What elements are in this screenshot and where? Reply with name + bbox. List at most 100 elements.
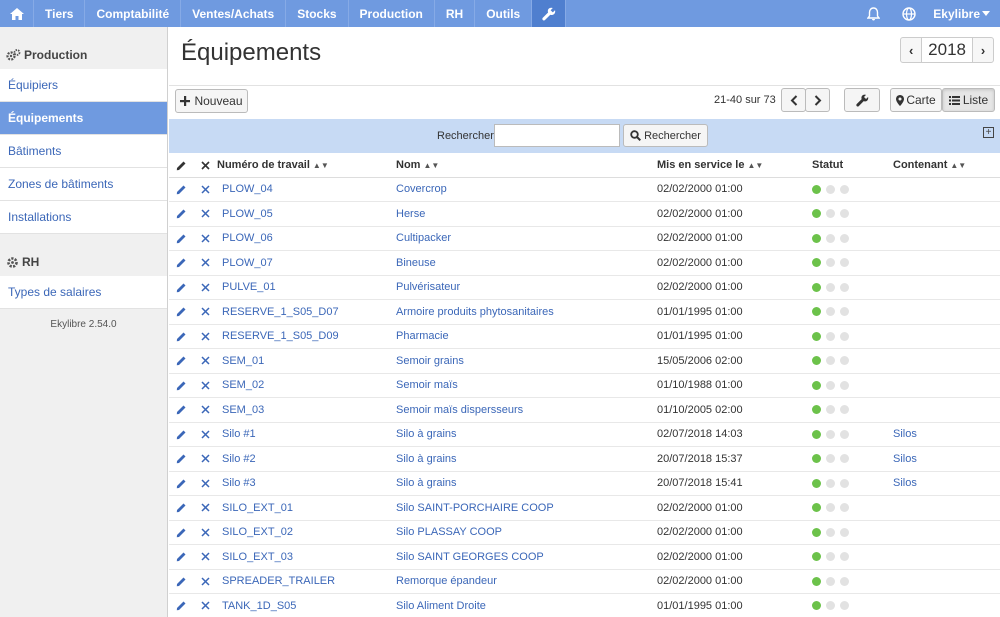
equipment-name-link[interactable]: Silo à grains [396, 446, 657, 472]
delete-button[interactable] [193, 446, 217, 472]
work-number-link[interactable]: PLOW_05 [217, 201, 396, 227]
nav-comptabilite[interactable]: Comptabilité [85, 0, 182, 27]
work-number-link[interactable]: TANK_1D_S05 [217, 593, 396, 617]
container-link[interactable] [893, 593, 1000, 617]
home-icon[interactable] [0, 0, 34, 27]
chevron-left-icon[interactable]: ‹ [901, 38, 921, 62]
container-link[interactable] [893, 226, 1000, 251]
work-number-link[interactable]: RESERVE_1_S05_D09 [217, 324, 396, 349]
work-number-link[interactable]: Silo #3 [217, 471, 396, 496]
container-link[interactable] [893, 397, 1000, 423]
edit-button[interactable] [169, 544, 193, 570]
equipment-name-link[interactable]: Bineuse [396, 250, 657, 276]
sidebar-item-installations[interactable]: Installations [0, 201, 167, 234]
equipment-name-link[interactable]: Cultipacker [396, 226, 657, 251]
sidebar-item-equipements[interactable]: Équipements [0, 102, 167, 135]
settings-button[interactable] [844, 88, 880, 112]
equipment-name-link[interactable]: Silo Aliment Droite [396, 593, 657, 617]
work-number-link[interactable]: SILO_EXT_03 [217, 544, 396, 570]
edit-button[interactable] [169, 348, 193, 374]
new-button[interactable]: Nouveau [175, 89, 248, 113]
equipment-name-link[interactable]: Semoir grains [396, 348, 657, 374]
equipment-name-link[interactable]: Silo PLASSAY COOP [396, 520, 657, 545]
equipment-name-link[interactable]: Herse [396, 201, 657, 227]
edit-button[interactable] [169, 471, 193, 496]
edit-button[interactable] [169, 250, 193, 276]
expand-icon[interactable]: + [983, 127, 994, 138]
sidebar-item-batiments[interactable]: Bâtiments [0, 135, 167, 168]
previous-page-button[interactable] [781, 88, 806, 112]
work-number-link[interactable]: Silo #1 [217, 422, 396, 447]
bell-icon[interactable] [855, 0, 891, 27]
delete-button[interactable] [193, 397, 217, 423]
chevron-right-icon[interactable]: › [973, 38, 993, 62]
sidebar-item-zones-de-batiments[interactable]: Zones de bâtiments [0, 168, 167, 201]
work-number-link[interactable]: SILO_EXT_02 [217, 520, 396, 545]
delete-button[interactable] [193, 177, 217, 202]
next-page-button[interactable] [805, 88, 830, 112]
edit-button[interactable] [169, 201, 193, 227]
edit-button[interactable] [169, 422, 193, 447]
equipment-name-link[interactable]: Pulvérisateur [396, 275, 657, 300]
container-link[interactable] [893, 544, 1000, 570]
equipment-name-link[interactable]: Silo à grains [396, 422, 657, 447]
container-link[interactable] [893, 348, 1000, 374]
work-number-link[interactable]: SPREADER_TRAILER [217, 569, 396, 594]
wrench-icon[interactable] [532, 0, 567, 27]
work-number-link[interactable]: SEM_03 [217, 397, 396, 423]
equipment-name-link[interactable]: Silo à grains [396, 471, 657, 496]
list-view-button[interactable]: Liste [942, 88, 995, 112]
container-link[interactable]: Silos [893, 422, 1000, 447]
equipment-name-link[interactable]: Semoir maïs dispersseurs [396, 397, 657, 423]
edit-button[interactable] [169, 495, 193, 521]
delete-button[interactable] [193, 324, 217, 349]
edit-button[interactable] [169, 177, 193, 202]
container-link[interactable] [893, 569, 1000, 594]
edit-button[interactable] [169, 569, 193, 594]
edit-button[interactable] [169, 324, 193, 349]
nav-tiers[interactable]: Tiers [34, 0, 86, 27]
column-header-numero[interactable]: Numéro de travail ▲▼ [217, 154, 396, 178]
edit-button[interactable] [169, 397, 193, 423]
container-link[interactable]: Silos [893, 471, 1000, 496]
delete-button[interactable] [193, 275, 217, 300]
work-number-link[interactable]: PULVE_01 [217, 275, 396, 300]
edit-button[interactable] [169, 226, 193, 251]
container-link[interactable] [893, 250, 1000, 276]
work-number-link[interactable]: SILO_EXT_01 [217, 495, 396, 521]
work-number-link[interactable]: PLOW_07 [217, 250, 396, 276]
edit-button[interactable] [169, 520, 193, 545]
sidebar-item-types-de-salaires[interactable]: Types de salaires [0, 276, 167, 309]
user-menu[interactable]: Ekylibre [927, 0, 1000, 27]
nav-production[interactable]: Production [349, 0, 435, 27]
equipment-name-link[interactable]: Remorque épandeur [396, 569, 657, 594]
globe-icon[interactable] [891, 0, 927, 27]
edit-button[interactable] [169, 373, 193, 398]
delete-button[interactable] [193, 569, 217, 594]
column-header-nom[interactable]: Nom ▲▼ [396, 154, 657, 178]
delete-button[interactable] [193, 226, 217, 251]
edit-button[interactable] [169, 593, 193, 617]
map-view-button[interactable]: Carte [890, 88, 942, 112]
delete-button[interactable] [193, 593, 217, 617]
container-link[interactable] [893, 373, 1000, 398]
container-link[interactable] [893, 201, 1000, 227]
container-link[interactable] [893, 495, 1000, 521]
container-link[interactable]: Silos [893, 446, 1000, 472]
edit-button[interactable] [169, 275, 193, 300]
delete-button[interactable] [193, 520, 217, 545]
sidebar-item-equipiers[interactable]: Équipiers [0, 69, 167, 102]
delete-button[interactable] [193, 495, 217, 521]
work-number-link[interactable]: RESERVE_1_S05_D07 [217, 299, 396, 325]
container-link[interactable] [893, 299, 1000, 325]
container-link[interactable] [893, 275, 1000, 300]
delete-button[interactable] [193, 201, 217, 227]
column-header-contenant[interactable]: Contenant ▲▼ [893, 154, 1000, 178]
container-link[interactable] [893, 520, 1000, 545]
equipment-name-link[interactable]: Semoir maïs [396, 373, 657, 398]
column-header-date[interactable]: Mis en service le ▲▼ [657, 154, 812, 178]
delete-button[interactable] [193, 373, 217, 398]
delete-button[interactable] [193, 544, 217, 570]
nav-rh[interactable]: RH [435, 0, 476, 27]
delete-button[interactable] [193, 348, 217, 374]
